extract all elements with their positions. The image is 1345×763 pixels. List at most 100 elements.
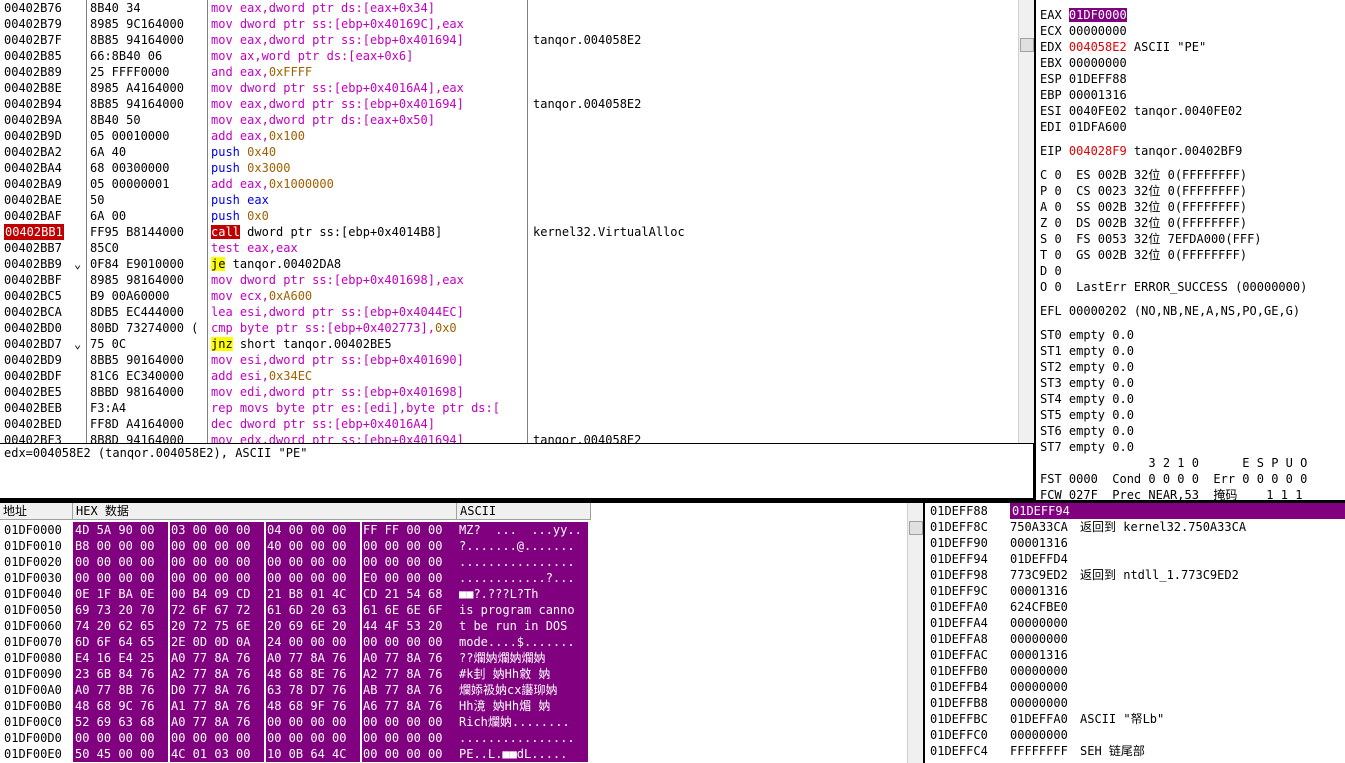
- dump-ascii[interactable]: mode....$.......: [457, 634, 588, 650]
- instruction-text[interactable]: mov ecx,0xA600: [211, 288, 312, 304]
- registers-pane[interactable]: EAX 01DF0000 ECX 00000000 EDX 004058E2 ASC…: [1036, 0, 1345, 500]
- stack-value[interactable]: 773C9ED2: [1010, 567, 1068, 583]
- column-header-hex[interactable]: HEX 数据: [73, 503, 457, 520]
- instruction-address[interactable]: 00402B79: [4, 16, 62, 32]
- stack-value[interactable]: 01DEFFA0: [1010, 711, 1068, 727]
- stack-address[interactable]: 01DEFF8C: [930, 519, 988, 535]
- dump-hex-bytes[interactable]: 6D 6F 64 65 2E 0D 0D 0A 24 00 00 00 00 00 0…: [73, 634, 458, 650]
- register-line[interactable]: ST2 empty 0.0: [1040, 359, 1134, 375]
- stack-row[interactable]: 01DEFFA0 624CFBE0: [925, 599, 1345, 615]
- disasm-row[interactable]: 00402BC5 B9 00A60000 mov ecx,0xA600: [0, 288, 1018, 304]
- dump-address[interactable]: 01DF0070: [4, 634, 62, 650]
- stack-value[interactable]: 00000000: [1010, 679, 1068, 695]
- instruction-address[interactable]: 00402BB1: [4, 224, 64, 240]
- disasm-row[interactable]: 00402BD7 ⌄ 75 0C jnz short tanqor.00402BE5: [0, 336, 1018, 352]
- instruction-text[interactable]: mov eax,dword ptr ds:[eax+0x34]: [211, 0, 435, 16]
- disasm-row[interactable]: 00402BF3 8B8D 94164000 mov edx,dword ptr s…: [0, 432, 1018, 443]
- instruction-address[interactable]: 00402BB7: [4, 240, 62, 256]
- register-line[interactable]: ST7 empty 0.0: [1040, 439, 1134, 455]
- instruction-address[interactable]: 00402B8E: [4, 80, 62, 96]
- instruction-address[interactable]: 00402BE5: [4, 384, 62, 400]
- disassembly-pane[interactable]: 00402B76 8B40 34 mov eax,dword ptr ds:[eax…: [0, 0, 1018, 443]
- dump-address[interactable]: 01DF0080: [4, 650, 62, 666]
- disasm-row[interactable]: 00402BA9 05 00000001 add eax,0x1000000: [0, 176, 1018, 192]
- dump-address[interactable]: 01DF0030: [4, 570, 62, 586]
- stack-row[interactable]: 01DEFFB0 00000000: [925, 663, 1345, 679]
- stack-row[interactable]: 01DEFFBC 01DEFFA0 ASCII "帑Lb": [925, 711, 1345, 727]
- instruction-text[interactable]: rep movs byte ptr es:[edi],byte ptr ds:[: [211, 400, 500, 416]
- scrollbar-thumb[interactable]: [909, 521, 923, 535]
- instruction-address[interactable]: 00402B76: [4, 0, 62, 16]
- dump-ascii[interactable]: PE..L.■■dL.....: [457, 746, 588, 762]
- stack-address[interactable]: 01DEFF90: [930, 535, 988, 551]
- instruction-address[interactable]: 00402B9A: [4, 112, 62, 128]
- disasm-row[interactable]: 00402BA2 6A 40 push 0x40: [0, 144, 1018, 160]
- register-line[interactable]: ST1 empty 0.0: [1040, 343, 1134, 359]
- stack-address[interactable]: 01DEFFC4: [930, 743, 988, 759]
- dump-hex-bytes[interactable]: A0 77 8B 76 D0 77 8A 76 63 78 D7 76 AB 77 8…: [73, 682, 458, 698]
- disassembly-scrollbar[interactable]: [1018, 0, 1034, 443]
- memory-dump-pane[interactable]: 地址 HEX 数据 ASCII 01DF0000 4D 5A 90 00 03 00…: [0, 503, 923, 763]
- instruction-address[interactable]: 00402BEB: [4, 400, 62, 416]
- dump-row[interactable]: 01DF0020 00 00 00 00 00 00 00 00 00 00 00 0…: [0, 554, 907, 570]
- instruction-text[interactable]: mov esi,dword ptr ss:[ebp+0x401690]: [211, 352, 464, 368]
- dump-hex-bytes[interactable]: 74 20 62 65 20 72 75 6E 20 69 6E 20 44 4F 5…: [73, 618, 458, 634]
- stack-address[interactable]: 01DEFFA4: [930, 615, 988, 631]
- register-line[interactable]: Z 0 DS 002B 32位 0(FFFFFFFF): [1040, 215, 1247, 231]
- disasm-row[interactable]: 00402B9A 8B40 50 mov eax,dword ptr ds:[eax…: [0, 112, 1018, 128]
- dump-hex-bytes[interactable]: B8 00 00 00 00 00 00 00 40 00 00 00 00 00 0…: [73, 538, 458, 554]
- dump-row[interactable]: 01DF00C0 52 69 63 68 A0 77 8A 76 00 00 00 0…: [0, 714, 907, 730]
- disasm-row[interactable]: 00402B94 8B85 94164000 mov eax,dword ptr s…: [0, 96, 1018, 112]
- stack-value[interactable]: 01DEFF94: [1010, 503, 1345, 519]
- register-line[interactable]: EFL 00000202 (NO,NB,NE,A,NS,PO,GE,G): [1040, 303, 1300, 319]
- disasm-row[interactable]: 00402BBF 8985 98164000 mov dword ptr ss:[e…: [0, 272, 1018, 288]
- dump-row[interactable]: 01DF0070 6D 6F 64 65 2E 0D 0D 0A 24 00 00 0…: [0, 634, 907, 650]
- dump-address[interactable]: 01DF0000: [4, 522, 62, 538]
- disasm-row[interactable]: 00402BED FF8D A4164000 dec dword ptr ss:[e…: [0, 416, 1018, 432]
- dump-ascii[interactable]: t be run in DOS: [457, 618, 588, 634]
- stack-row[interactable]: 01DEFFC0 00000000: [925, 727, 1345, 743]
- stack-value[interactable]: 00000000: [1010, 615, 1068, 631]
- stack-address[interactable]: 01DEFF98: [930, 567, 988, 583]
- dump-ascii[interactable]: ................: [457, 730, 588, 746]
- instruction-text[interactable]: dec dword ptr ss:[ebp+0x4016A4]: [211, 416, 435, 432]
- instruction-address[interactable]: 00402BB9: [4, 256, 62, 272]
- instruction-address[interactable]: 00402BCA: [4, 304, 62, 320]
- dump-address[interactable]: 01DF0090: [4, 666, 62, 682]
- instruction-text[interactable]: cmp byte ptr ss:[ebp+0x402773],0x0: [211, 320, 457, 336]
- register-line[interactable]: EBP 00001316: [1040, 87, 1127, 103]
- instruction-text[interactable]: mov eax,dword ptr ss:[ebp+0x401694]: [211, 32, 464, 48]
- stack-value[interactable]: FFFFFFFF: [1010, 743, 1068, 759]
- stack-address[interactable]: 01DEFF88: [930, 503, 988, 519]
- dump-row[interactable]: 01DF0000 4D 5A 90 00 03 00 00 00 04 00 00 0…: [0, 522, 907, 538]
- dump-address[interactable]: 01DF00B0: [4, 698, 62, 714]
- instruction-text[interactable]: push 0x0: [211, 208, 269, 224]
- stack-address[interactable]: 01DEFF9C: [930, 583, 988, 599]
- dump-address[interactable]: 01DF00D0: [4, 730, 62, 746]
- disasm-row[interactable]: 00402BAE 50 push eax: [0, 192, 1018, 208]
- disasm-row[interactable]: 00402BD0 80BD 73274000 (cmp byte ptr ss:[…: [0, 320, 1018, 336]
- disasm-row[interactable]: 00402B9D 05 00010000 add eax,0x100: [0, 128, 1018, 144]
- disasm-row[interactable]: 00402B76 8B40 34 mov eax,dword ptr ds:[eax…: [0, 0, 1018, 16]
- instruction-address[interactable]: 00402BD9: [4, 352, 62, 368]
- disasm-row[interactable]: 00402BB1 FF95 B8144000 call dword ptr ss:[…: [0, 224, 1018, 240]
- instruction-address[interactable]: 00402BA9: [4, 176, 62, 192]
- instruction-text[interactable]: lea esi,dword ptr ss:[ebp+0x4044EC]: [211, 304, 464, 320]
- scrollbar-thumb[interactable]: [1020, 38, 1034, 52]
- dump-hex-bytes[interactable]: 52 69 63 68 A0 77 8A 76 00 00 00 00 00 00 0…: [73, 714, 458, 730]
- dump-address[interactable]: 01DF0050: [4, 602, 62, 618]
- dump-ascii[interactable]: Rich爛妠........: [457, 714, 588, 730]
- instruction-text[interactable]: mov dword ptr ss:[ebp+0x40169C],eax: [211, 16, 464, 32]
- dump-row[interactable]: 01DF00D0 00 00 00 00 00 00 00 00 00 00 00 0…: [0, 730, 907, 746]
- dump-ascii[interactable]: ?.......@.......: [457, 538, 588, 554]
- disasm-row[interactable]: 00402BB7 85C0 test eax,eax: [0, 240, 1018, 256]
- dump-hex-bytes[interactable]: E4 16 E4 25 A0 77 8A 76 A0 77 8A 76 A0 77 8…: [73, 650, 458, 666]
- stack-address[interactable]: 01DEFFB8: [930, 695, 988, 711]
- register-line[interactable]: 3 2 1 0 E S P U O: [1040, 455, 1307, 471]
- dump-ascii[interactable]: Hh滰 妠Hh煝 妠: [457, 698, 588, 714]
- register-line[interactable]: FCW 027F Prec NEAR,53 掩码 1 1 1: [1040, 487, 1302, 500]
- instruction-text[interactable]: mov edx,dword ptr ss:[ebp+0x401694]: [211, 432, 464, 443]
- instruction-address[interactable]: 00402BD7: [4, 336, 62, 352]
- disasm-row[interactable]: 00402BB9 ⌄ 0F84 E9010000 je tanqor.00402DA8: [0, 256, 1018, 272]
- register-line[interactable]: A 0 SS 002B 32位 0(FFFFFFFF): [1040, 199, 1247, 215]
